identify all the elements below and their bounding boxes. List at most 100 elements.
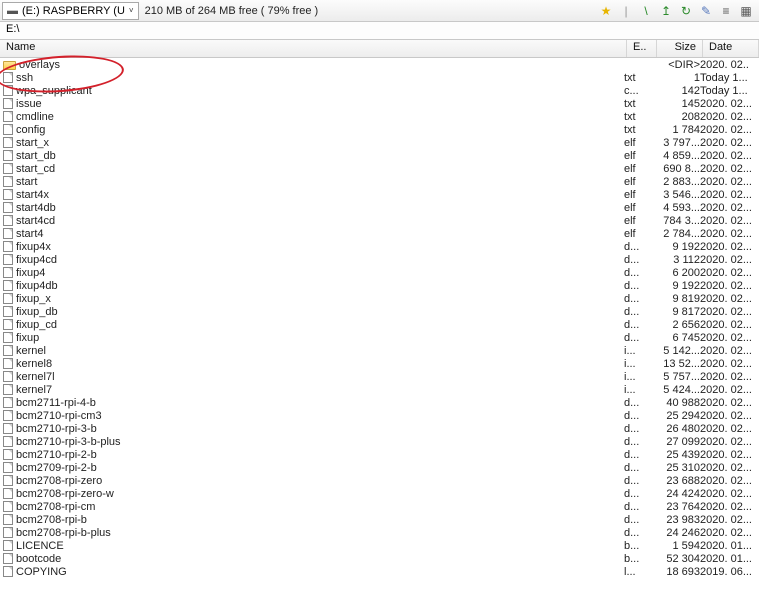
edit-icon[interactable]: ✎ <box>698 3 714 19</box>
list-item[interactable]: startelf2 883...2020. 02... <box>0 175 759 188</box>
file-name: config <box>16 124 624 136</box>
file-date: 2020. 02.. <box>700 59 756 71</box>
file-list[interactable]: overlays<DIR>2020. 02..sshtxt1Today 1...… <box>0 58 759 600</box>
list-view-icon[interactable]: ≡ <box>718 3 734 19</box>
file-name: fixup4db <box>16 280 624 292</box>
list-item[interactable]: fixup_dbd...9 8172020. 02... <box>0 305 759 318</box>
file-name: bcm2710-rpi-3-b-plus <box>16 436 624 448</box>
header-ext[interactable]: E.. <box>627 40 657 57</box>
list-item[interactable]: fixup4d...6 2002020. 02... <box>0 266 759 279</box>
list-item[interactable]: start_cdelf690 8...2020. 02... <box>0 162 759 175</box>
list-item[interactable]: bcm2708-rpi-b-plusd...24 2462020. 02... <box>0 526 759 539</box>
file-ext: d... <box>624 280 654 292</box>
list-item[interactable]: bcm2708-rpi-cmd...23 7642020. 02... <box>0 500 759 513</box>
file-date: 2020. 02... <box>700 189 756 201</box>
list-item[interactable]: bcm2709-rpi-2-bd...25 3102020. 02... <box>0 461 759 474</box>
file-icon <box>3 371 13 382</box>
file-ext: d... <box>624 410 654 422</box>
file-name: bcm2710-rpi-cm3 <box>16 410 624 422</box>
file-name: bcm2708-rpi-b <box>16 514 624 526</box>
refresh-icon[interactable]: ↻ <box>678 3 694 19</box>
list-item[interactable]: LICENCEb...1 5942020. 01... <box>0 539 759 552</box>
list-item[interactable]: kernel8i...13 52...2020. 02... <box>0 357 759 370</box>
file-size: 2 883... <box>654 176 700 188</box>
list-item[interactable]: cmdlinetxt2082020. 02... <box>0 110 759 123</box>
list-item[interactable]: sshtxt1Today 1... <box>0 71 759 84</box>
file-date: 2020. 02... <box>700 228 756 240</box>
file-size: 40 988 <box>654 397 700 409</box>
file-icon <box>3 98 13 109</box>
file-size: 145 <box>654 98 700 110</box>
file-name: bcm2709-rpi-2-b <box>16 462 624 474</box>
file-icon <box>3 449 13 460</box>
header-size[interactable]: Size <box>657 40 703 57</box>
list-item[interactable]: fixupd...6 7452020. 02... <box>0 331 759 344</box>
favorite-icon[interactable]: ★ <box>598 3 614 19</box>
file-ext: elf <box>624 189 654 201</box>
file-icon <box>3 514 13 525</box>
file-ext: elf <box>624 202 654 214</box>
list-item[interactable]: fixup4cdd...3 1122020. 02... <box>0 253 759 266</box>
file-size: 3 797... <box>654 137 700 149</box>
list-item[interactable]: bcm2708-rpi-zerod...23 6882020. 02... <box>0 474 759 487</box>
list-item[interactable]: start4cdelf784 3...2020. 02... <box>0 214 759 227</box>
file-icon <box>3 566 13 577</box>
file-ext: b... <box>624 553 654 565</box>
grid-view-icon[interactable]: ▦ <box>738 3 754 19</box>
file-ext: d... <box>624 267 654 279</box>
root-icon[interactable]: \ <box>638 3 654 19</box>
list-item[interactable]: kerneli...5 142...2020. 02... <box>0 344 759 357</box>
file-name: issue <box>16 98 624 110</box>
file-name: kernel8 <box>16 358 624 370</box>
file-ext: elf <box>624 215 654 227</box>
toolbar-icons: ★ | \ ↥ ↻ ✎ ≡ ▦ <box>598 3 757 19</box>
file-icon <box>3 137 13 148</box>
list-item[interactable]: configtxt1 7842020. 02... <box>0 123 759 136</box>
file-date: 2020. 01... <box>700 553 756 565</box>
file-ext: d... <box>624 397 654 409</box>
up-dir-icon[interactable]: ↥ <box>658 3 674 19</box>
list-item[interactable]: start_xelf3 797...2020. 02... <box>0 136 759 149</box>
file-icon <box>3 124 13 135</box>
path-bar[interactable]: E:\ <box>0 22 759 40</box>
header-date[interactable]: Date <box>703 40 759 57</box>
list-item[interactable]: bcm2708-rpi-bd...23 9832020. 02... <box>0 513 759 526</box>
list-item[interactable]: issuetxt1452020. 02... <box>0 97 759 110</box>
drive-selector[interactable]: ▬ (E:) RASPBERRY (U ˅ <box>2 2 139 20</box>
list-item[interactable]: fixup4dbd...9 1922020. 02... <box>0 279 759 292</box>
list-item[interactable]: bcm2710-rpi-2-bd...25 4392020. 02... <box>0 448 759 461</box>
file-icon <box>3 423 13 434</box>
file-size: 25 310 <box>654 462 700 474</box>
file-icon <box>3 176 13 187</box>
file-ext: d... <box>624 449 654 461</box>
list-item[interactable]: COPYINGl...18 6932019. 06... <box>0 565 759 578</box>
file-icon <box>3 332 13 343</box>
header-name[interactable]: Name <box>0 40 627 57</box>
list-item[interactable]: bcm2711-rpi-4-bd...40 9882020. 02... <box>0 396 759 409</box>
list-item[interactable]: overlays<DIR>2020. 02.. <box>0 58 759 71</box>
file-name: kernel7 <box>16 384 624 396</box>
file-date: 2020. 02... <box>700 280 756 292</box>
list-item[interactable]: kernel7li...5 757...2020. 02... <box>0 370 759 383</box>
file-ext: elf <box>624 228 654 240</box>
list-item[interactable]: kernel7i...5 424...2020. 02... <box>0 383 759 396</box>
list-item[interactable]: start_dbelf4 859...2020. 02... <box>0 149 759 162</box>
file-date: 2020. 02... <box>700 501 756 513</box>
file-date: 2020. 02... <box>700 345 756 357</box>
toolbar: ▬ (E:) RASPBERRY (U ˅ 210 MB of 264 MB f… <box>0 0 759 22</box>
list-item[interactable]: bcm2710-rpi-3-bd...26 4802020. 02... <box>0 422 759 435</box>
file-name: fixup_db <box>16 306 624 318</box>
list-item[interactable]: fixup_cdd...2 6562020. 02... <box>0 318 759 331</box>
list-item[interactable]: bcm2708-rpi-zero-wd...24 4242020. 02... <box>0 487 759 500</box>
list-item[interactable]: bcm2710-rpi-cm3d...25 2942020. 02... <box>0 409 759 422</box>
list-item[interactable]: wpa_supplicantc...142Today 1... <box>0 84 759 97</box>
list-item[interactable]: start4elf2 784...2020. 02... <box>0 227 759 240</box>
file-icon <box>3 72 13 83</box>
list-item[interactable]: start4dbelf4 593...2020. 02... <box>0 201 759 214</box>
drive-icon: ▬ <box>7 5 18 17</box>
list-item[interactable]: start4xelf3 546...2020. 02... <box>0 188 759 201</box>
list-item[interactable]: bcm2710-rpi-3-b-plusd...27 0992020. 02..… <box>0 435 759 448</box>
list-item[interactable]: fixup_xd...9 8192020. 02... <box>0 292 759 305</box>
list-item[interactable]: fixup4xd...9 1922020. 02... <box>0 240 759 253</box>
list-item[interactable]: bootcodeb...52 3042020. 01... <box>0 552 759 565</box>
